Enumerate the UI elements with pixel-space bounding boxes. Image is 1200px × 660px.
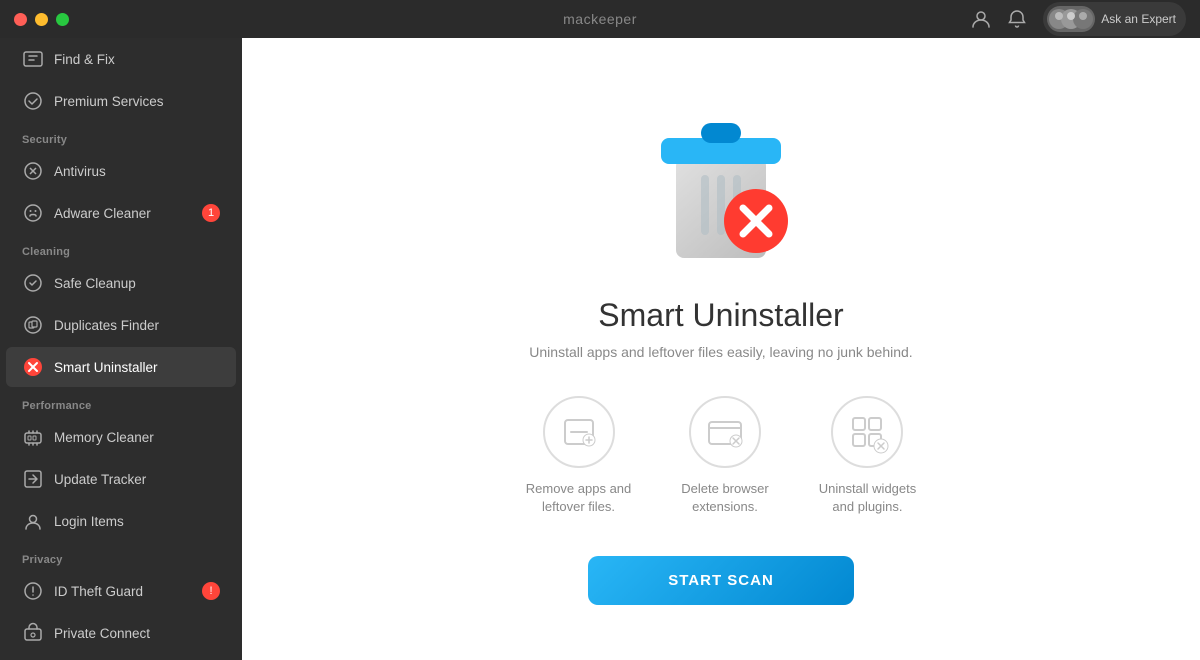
find-fix-icon: [22, 48, 44, 70]
feature-delete-browser: Delete browserextensions.: [681, 396, 768, 516]
memory-icon: [22, 426, 44, 448]
notifications-icon[interactable]: [1007, 9, 1027, 29]
find-fix-label: Find & Fix: [54, 52, 115, 67]
sidebar-item-memory[interactable]: Memory Cleaner: [6, 417, 236, 457]
feature-remove-apps: Remove apps andleftover files.: [526, 396, 632, 516]
hero-illustration: [631, 93, 811, 273]
adware-icon: [22, 202, 44, 224]
vpn-label: Private Connect: [54, 626, 150, 641]
duplicates-label: Duplicates Finder: [54, 318, 159, 333]
sidebar-item-login[interactable]: Login Items: [6, 501, 236, 541]
title-bar-right: Ask an Expert: [971, 2, 1186, 36]
ask-expert-label: Ask an Expert: [1101, 12, 1176, 26]
sidebar-item-theft[interactable]: ID Theft Guard !: [6, 571, 236, 611]
profile-icon[interactable]: [971, 9, 991, 29]
feature-uninstall-widgets: Uninstall widgetsand plugins.: [819, 396, 917, 516]
theft-badge: !: [202, 582, 220, 600]
minimize-button[interactable]: [35, 13, 48, 26]
sidebar-item-smart-uninstaller[interactable]: Smart Uninstaller: [6, 347, 236, 387]
section-performance: Performance: [0, 388, 242, 416]
delete-browser-label: Delete browserextensions.: [681, 480, 768, 516]
sidebar-item-duplicates[interactable]: Duplicates Finder: [6, 305, 236, 345]
adware-badge: 1: [202, 204, 220, 222]
antivirus-label: Antivirus: [54, 164, 106, 179]
sidebar: Find & Fix Premium Services Security An: [0, 38, 242, 660]
section-security: Security: [0, 122, 242, 150]
theft-label: ID Theft Guard: [54, 584, 143, 599]
close-button[interactable]: [14, 13, 27, 26]
ask-expert-button[interactable]: Ask an Expert: [1043, 2, 1186, 36]
section-cleaning: Cleaning: [0, 234, 242, 262]
duplicates-icon: [22, 314, 44, 336]
start-scan-button[interactable]: START SCAN: [588, 556, 854, 605]
traffic-lights: [14, 13, 69, 26]
sidebar-item-update[interactable]: Update Tracker: [6, 459, 236, 499]
login-icon: [22, 510, 44, 532]
maximize-button[interactable]: [56, 13, 69, 26]
antivirus-icon: [22, 160, 44, 182]
sidebar-item-stopad[interactable]: StopAd: [6, 655, 236, 660]
main-content: Smart Uninstaller Uninstall apps and lef…: [242, 38, 1200, 660]
premium-label: Premium Services: [54, 94, 164, 109]
smart-uninstaller-icon: [22, 356, 44, 378]
features-row: Remove apps andleftover files. Delete br…: [526, 396, 917, 516]
sidebar-item-adware[interactable]: Adware Cleaner 1: [6, 193, 236, 233]
remove-apps-icon: [543, 396, 615, 468]
uninstall-widgets-icon: [831, 396, 903, 468]
uninstall-widgets-label: Uninstall widgetsand plugins.: [819, 480, 917, 516]
safe-cleanup-label: Safe Cleanup: [54, 276, 136, 291]
page-title: Smart Uninstaller: [598, 297, 843, 334]
app-title: mackeeper: [563, 11, 637, 27]
section-privacy: Privacy: [0, 542, 242, 570]
expert-avatars: [1047, 6, 1095, 32]
delete-browser-icon: [689, 396, 761, 468]
adware-label: Adware Cleaner: [54, 206, 151, 221]
update-label: Update Tracker: [54, 472, 146, 487]
remove-apps-label: Remove apps andleftover files.: [526, 480, 632, 516]
update-icon: [22, 468, 44, 490]
app-body: Find & Fix Premium Services Security An: [0, 38, 1200, 660]
safe-cleanup-icon: [22, 272, 44, 294]
sidebar-item-vpn[interactable]: Private Connect: [6, 613, 236, 653]
memory-label: Memory Cleaner: [54, 430, 154, 445]
title-bar: mackeeper: [0, 0, 1200, 38]
smart-uninstaller-label: Smart Uninstaller: [54, 360, 158, 375]
premium-icon: [22, 90, 44, 112]
login-label: Login Items: [54, 514, 124, 529]
theft-icon: [22, 580, 44, 602]
sidebar-item-find-fix[interactable]: Find & Fix: [6, 39, 236, 79]
sidebar-item-premium[interactable]: Premium Services: [6, 81, 236, 121]
sidebar-item-safe-cleanup[interactable]: Safe Cleanup: [6, 263, 236, 303]
sidebar-item-antivirus[interactable]: Antivirus: [6, 151, 236, 191]
page-subtitle: Uninstall apps and leftover files easily…: [529, 344, 912, 360]
vpn-icon: [22, 622, 44, 644]
